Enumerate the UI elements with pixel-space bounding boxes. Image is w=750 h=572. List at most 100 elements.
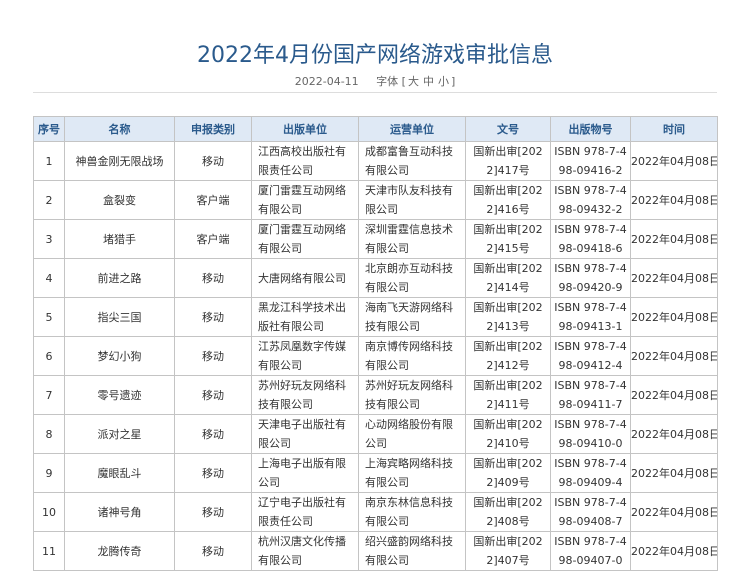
cell-publisher: 厦门雷霆互动网络有限公司	[251, 219, 359, 259]
page-title: 2022年4月份国产网络游戏审批信息	[197, 42, 553, 68]
header-index: 序号	[33, 116, 65, 142]
cell-isbn: ISBN 978-7-498-09420-9	[550, 258, 631, 298]
cell-doc-number: 国新出审[2022]407号	[465, 531, 551, 571]
cell-time: 2022年04月08日	[630, 492, 718, 532]
cell-time: 2022年04月08日	[630, 453, 718, 493]
cell-doc-number: 国新出审[2022]415号	[465, 219, 551, 259]
cell-doc-number: 国新出审[2022]411号	[465, 375, 551, 415]
cell-category: 移动	[174, 258, 252, 298]
cell-isbn: ISBN 978-7-498-09408-7	[550, 492, 631, 532]
cell-category: 移动	[174, 297, 252, 337]
cell-doc-number: 国新出审[2022]413号	[465, 297, 551, 337]
cell-isbn: ISBN 978-7-498-09416-2	[550, 141, 631, 181]
cell-publisher: 天津电子出版社有限公司	[251, 414, 359, 454]
cell-operator: 深圳雷霆信息技术有限公司	[358, 219, 466, 259]
cell-index: 11	[33, 531, 65, 571]
cell-isbn: ISBN 978-7-498-09411-7	[550, 375, 631, 415]
cell-index: 4	[33, 258, 65, 298]
cell-publisher: 大唐网络有限公司	[251, 258, 359, 298]
table-row: 6 梦幻小狗 移动 江苏凤凰数字传媒有限公司 南京博传网络科技有限公司 国新出审[2022…	[33, 336, 718, 376]
cell-name: 堵猎手	[64, 219, 175, 259]
table-row: 11 龙腾传奇 移动 杭州汉唐文化传播有限公司 绍兴盛韵网络科技有限公司 国新出审[202…	[33, 531, 718, 571]
title-divider	[33, 92, 717, 93]
cell-index: 10	[33, 492, 65, 532]
cell-publisher: 黑龙江科学技术出版社有限公司	[251, 297, 359, 337]
cell-time: 2022年04月08日	[630, 336, 718, 376]
cell-name: 龙腾传奇	[64, 531, 175, 571]
font-size-label: 字体	[376, 75, 399, 88]
table-row: 2 盒裂变 客户端 厦门雷霆互动网络有限公司 天津市队友科技有限公司 国新出审[2022]…	[33, 180, 718, 220]
cell-name: 梦幻小狗	[64, 336, 175, 376]
cell-operator: 绍兴盛韵网络科技有限公司	[358, 531, 466, 571]
header-publisher: 出版单位	[251, 116, 359, 142]
cell-publisher: 杭州汉唐文化传播有限公司	[251, 531, 359, 571]
header-doc-number: 文号	[465, 116, 551, 142]
cell-category: 移动	[174, 375, 252, 415]
cell-category: 移动	[174, 141, 252, 181]
cell-operator: 北京朗亦互动科技有限公司	[358, 258, 466, 298]
header-operator: 运营单位	[358, 116, 466, 142]
cell-operator: 上海宾略网络科技有限公司	[358, 453, 466, 493]
cell-isbn: ISBN 978-7-498-09413-1	[550, 297, 631, 337]
cell-name: 派对之星	[64, 414, 175, 454]
cell-category: 客户端	[174, 219, 252, 259]
cell-category: 移动	[174, 414, 252, 454]
cell-index: 5	[33, 297, 65, 337]
cell-name: 指尖三国	[64, 297, 175, 337]
cell-publisher: 江苏凤凰数字传媒有限公司	[251, 336, 359, 376]
cell-name: 魔眼乱斗	[64, 453, 175, 493]
font-size-control: [大中小]	[401, 75, 456, 88]
header-isbn: 出版物号	[550, 116, 631, 142]
font-size-medium-link[interactable]: 中	[421, 75, 436, 88]
cell-category: 移动	[174, 492, 252, 532]
header-category: 申报类别	[174, 116, 252, 142]
cell-operator: 苏州好玩友网络科技有限公司	[358, 375, 466, 415]
cell-index: 1	[33, 141, 65, 181]
cell-category: 客户端	[174, 180, 252, 220]
table-row: 8 派对之星 移动 天津电子出版社有限公司 心动网络股份有限公司 国新出审[2022]41…	[33, 414, 718, 454]
cell-time: 2022年04月08日	[630, 180, 718, 220]
cell-category: 移动	[174, 453, 252, 493]
table-row: 4 前进之路 移动 大唐网络有限公司 北京朗亦互动科技有限公司 国新出审[2022]414…	[33, 258, 718, 298]
approval-table: 序号 名称 申报类别 出版单位 运营单位 文号 出版物号 时间 1 神兽金刚无限战…	[33, 116, 718, 571]
cell-operator: 南京东林信息科技有限公司	[358, 492, 466, 532]
cell-index: 6	[33, 336, 65, 376]
cell-operator: 天津市队友科技有限公司	[358, 180, 466, 220]
cell-isbn: ISBN 978-7-498-09412-4	[550, 336, 631, 376]
cell-publisher: 苏州好玩友网络科技有限公司	[251, 375, 359, 415]
font-size-large-link[interactable]: 大	[406, 75, 421, 88]
cell-isbn: ISBN 978-7-498-09410-0	[550, 414, 631, 454]
font-size-small-link[interactable]: 小	[436, 75, 451, 88]
cell-doc-number: 国新出审[2022]412号	[465, 336, 551, 376]
table-row: 1 神兽金刚无限战场 移动 江西高校出版社有限责任公司 成都富鲁互动科技有限公司 国新出审…	[33, 141, 718, 181]
table-row: 5 指尖三国 移动 黑龙江科学技术出版社有限公司 海南飞天游网络科技有限公司 国新出审[2…	[33, 297, 718, 337]
cell-name: 前进之路	[64, 258, 175, 298]
cell-name: 零号遗迹	[64, 375, 175, 415]
cell-index: 7	[33, 375, 65, 415]
cell-name: 盒裂变	[64, 180, 175, 220]
cell-publisher: 上海电子出版有限公司	[251, 453, 359, 493]
table-row: 10 诸神号角 移动 辽宁电子出版社有限责任公司 南京东林信息科技有限公司 国新出审[20…	[33, 492, 718, 532]
cell-isbn: ISBN 978-7-498-09409-4	[550, 453, 631, 493]
cell-doc-number: 国新出审[2022]414号	[465, 258, 551, 298]
cell-time: 2022年04月08日	[630, 219, 718, 259]
cell-time: 2022年04月08日	[630, 531, 718, 571]
table-row: 3 堵猎手 客户端 厦门雷霆互动网络有限公司 深圳雷霆信息技术有限公司 国新出审[2022…	[33, 219, 718, 259]
cell-isbn: ISBN 978-7-498-09418-6	[550, 219, 631, 259]
cell-isbn: ISBN 978-7-498-09407-0	[550, 531, 631, 571]
table-row: 9 魔眼乱斗 移动 上海电子出版有限公司 上海宾略网络科技有限公司 国新出审[2022]4…	[33, 453, 718, 493]
header-name: 名称	[64, 116, 175, 142]
cell-time: 2022年04月08日	[630, 258, 718, 298]
cell-index: 8	[33, 414, 65, 454]
cell-time: 2022年04月08日	[630, 141, 718, 181]
cell-time: 2022年04月08日	[630, 375, 718, 415]
cell-operator: 海南飞天游网络科技有限公司	[358, 297, 466, 337]
cell-name: 诸神号角	[64, 492, 175, 532]
cell-name: 神兽金刚无限战场	[64, 141, 175, 181]
cell-operator: 南京博传网络科技有限公司	[358, 336, 466, 376]
table-header-row: 序号 名称 申报类别 出版单位 运营单位 文号 出版物号 时间	[33, 116, 718, 142]
article-meta: 2022-04-11 字体 [大中小]	[0, 73, 750, 89]
cell-doc-number: 国新出审[2022]408号	[465, 492, 551, 532]
cell-category: 移动	[174, 531, 252, 571]
cell-doc-number: 国新出审[2022]416号	[465, 180, 551, 220]
